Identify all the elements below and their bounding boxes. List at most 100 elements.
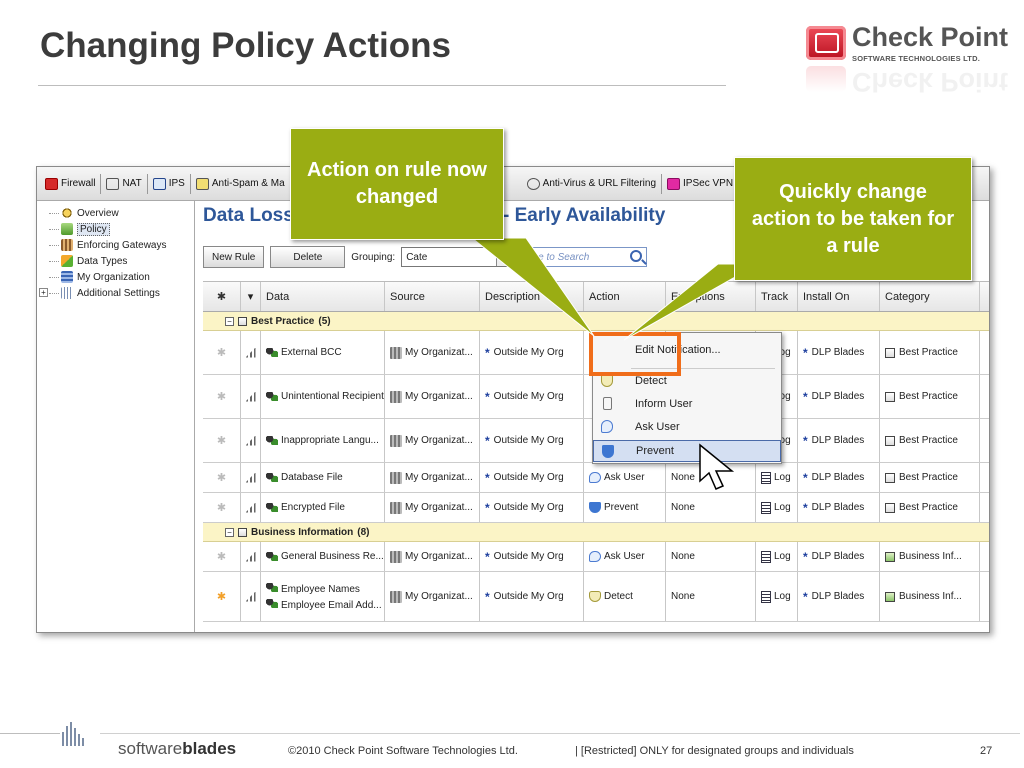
pin-icon[interactable]: ✱ (217, 346, 226, 359)
tab-anti-virus[interactable]: Anti-Virus & URL Filtering (522, 173, 663, 194)
tab-nat[interactable]: NAT (101, 173, 148, 194)
log-icon (761, 471, 771, 484)
pin-icon[interactable]: ✱ (217, 471, 226, 484)
column-header-install-on[interactable]: Install On (798, 282, 880, 311)
rule-action-cell[interactable]: Ask User (584, 542, 666, 571)
column-header-category[interactable]: Category (880, 282, 980, 311)
pin-column-header[interactable]: ✱ (203, 282, 241, 311)
table-row[interactable]: ✱ Database File My Organizat... * Outside… (203, 463, 989, 493)
mouse-cursor-icon (699, 443, 735, 490)
menu-item-inform-user[interactable]: Inform User (593, 393, 781, 415)
table-row[interactable]: ✱ Encrypted File My Organizat... * Outsid… (203, 493, 989, 523)
star-icon: * (803, 589, 808, 604)
logo-reflection-text: Check Point (852, 67, 1009, 97)
anti-virus-icon (526, 177, 540, 190)
star-icon: * (485, 433, 490, 448)
tab-ips[interactable]: IPS (148, 173, 191, 194)
rule-category: Best Practice (899, 391, 958, 402)
slide-title: Changing Policy Actions (40, 26, 451, 65)
rule-action-cell[interactable]: Ask User (584, 463, 666, 492)
severity-icon (245, 391, 256, 402)
rule-data: External BCC (281, 347, 342, 358)
category-icon (885, 551, 895, 562)
menu-item-label: Inform User (635, 398, 693, 410)
category-icon (885, 347, 895, 358)
tab-label: IPSec VPN (683, 178, 734, 189)
severity-icon (245, 347, 256, 358)
organization-icon (390, 501, 402, 514)
column-header-source[interactable]: Source (385, 282, 480, 311)
rule-source: My Organizat... (405, 591, 473, 602)
expand-icon[interactable]: + (39, 288, 48, 297)
column-header-data[interactable]: Data (261, 282, 385, 311)
rule-install-on: DLP Blades (811, 502, 865, 513)
collapse-icon[interactable]: − (225, 316, 234, 326)
group-row-business-information[interactable]: − Business Information (8) (203, 523, 989, 542)
log-icon (761, 590, 771, 603)
menu-item-label: Prevent (636, 445, 674, 457)
organization-icon (61, 271, 73, 283)
menu-item-ask-user[interactable]: Ask User (593, 416, 781, 438)
rule-destination: Outside My Org (493, 472, 564, 483)
tab-ipsec-vpn[interactable]: IPSec VPN (662, 173, 740, 194)
grouping-label: Grouping: (351, 251, 396, 263)
column-header-track[interactable]: Track (756, 282, 798, 311)
tree-item-my-organization[interactable]: My Organization (49, 269, 194, 285)
table-row[interactable]: ✱ General Business Re... My Organizat...… (203, 542, 989, 572)
group-name: Business Information (251, 526, 354, 538)
tab-firewall[interactable]: Firewall (40, 173, 102, 194)
nat-icon (106, 177, 120, 190)
tree-label: Data Types (77, 255, 128, 267)
pin-icon[interactable]: ✱ (217, 390, 226, 403)
rule-action-cell[interactable]: Detect (584, 572, 666, 621)
tab-anti-spam[interactable]: Anti-Spam & Ma (191, 174, 290, 194)
rule-category: Business Inf... (899, 591, 962, 602)
pin-icon[interactable]: ✱ (217, 434, 226, 447)
tree-item-overview[interactable]: Overview (49, 205, 194, 221)
data-type-icon (266, 503, 278, 512)
rule-exceptions-cell[interactable]: None (666, 542, 756, 571)
log-icon (761, 550, 771, 563)
rule-exceptions-cell[interactable]: None (666, 572, 756, 621)
tree-item-data-types[interactable]: Data Types (49, 253, 194, 269)
rule-install-on: DLP Blades (811, 347, 865, 358)
rule-destination: Outside My Org (493, 502, 564, 513)
tab-label: NAT (122, 178, 142, 189)
brand-prefix: software (118, 739, 183, 758)
pin-icon[interactable]: ✱ (217, 590, 226, 603)
data-type-icon (266, 598, 278, 608)
data-type-icon (266, 348, 278, 357)
settings-icon (61, 287, 73, 299)
new-rule-button[interactable]: New Rule (203, 246, 265, 268)
rule-exceptions: None (671, 502, 695, 513)
footer-copyright: ©2010 Check Point Software Technologies … (288, 745, 518, 757)
tree-item-policy[interactable]: Policy (49, 221, 194, 237)
table-row[interactable]: ✱ Employee Names Employee Email Add... My… (203, 572, 989, 622)
rule-category: Best Practice (899, 502, 958, 513)
rule-destination: Outside My Org (493, 347, 564, 358)
rule-data: Database File (281, 472, 343, 483)
search-icon (630, 250, 643, 262)
pin-icon[interactable]: ✱ (217, 550, 226, 563)
rule-action-cell[interactable]: Prevent (584, 493, 666, 522)
footer-restricted: | [Restricted] ONLY for designated group… (575, 745, 854, 757)
rule-track: Log (774, 472, 791, 483)
tree-item-additional-settings[interactable]: + Additional Settings (39, 285, 194, 301)
rule-category: Business Inf... (899, 551, 962, 562)
star-icon: * (485, 549, 490, 564)
ask-user-icon (589, 472, 601, 483)
logo-reflection-mark (806, 66, 846, 92)
delete-button[interactable]: Delete (270, 246, 346, 268)
sort-column-header[interactable]: ▾ (241, 282, 261, 311)
group-count: (8) (357, 526, 370, 538)
collapse-icon[interactable]: − (225, 527, 234, 537)
rule-install-on: DLP Blades (811, 472, 865, 483)
tree-item-enforcing-gateways[interactable]: Enforcing Gateways (49, 237, 194, 253)
footer-divider (100, 733, 1020, 734)
rule-exceptions: None (671, 472, 695, 483)
pin-icon[interactable]: ✱ (217, 501, 226, 514)
rule-install-on: DLP Blades (811, 551, 865, 562)
rule-source: My Organizat... (405, 472, 473, 483)
tab-label: IPS (168, 178, 185, 189)
panel-title-left: Data Loss (203, 205, 294, 226)
